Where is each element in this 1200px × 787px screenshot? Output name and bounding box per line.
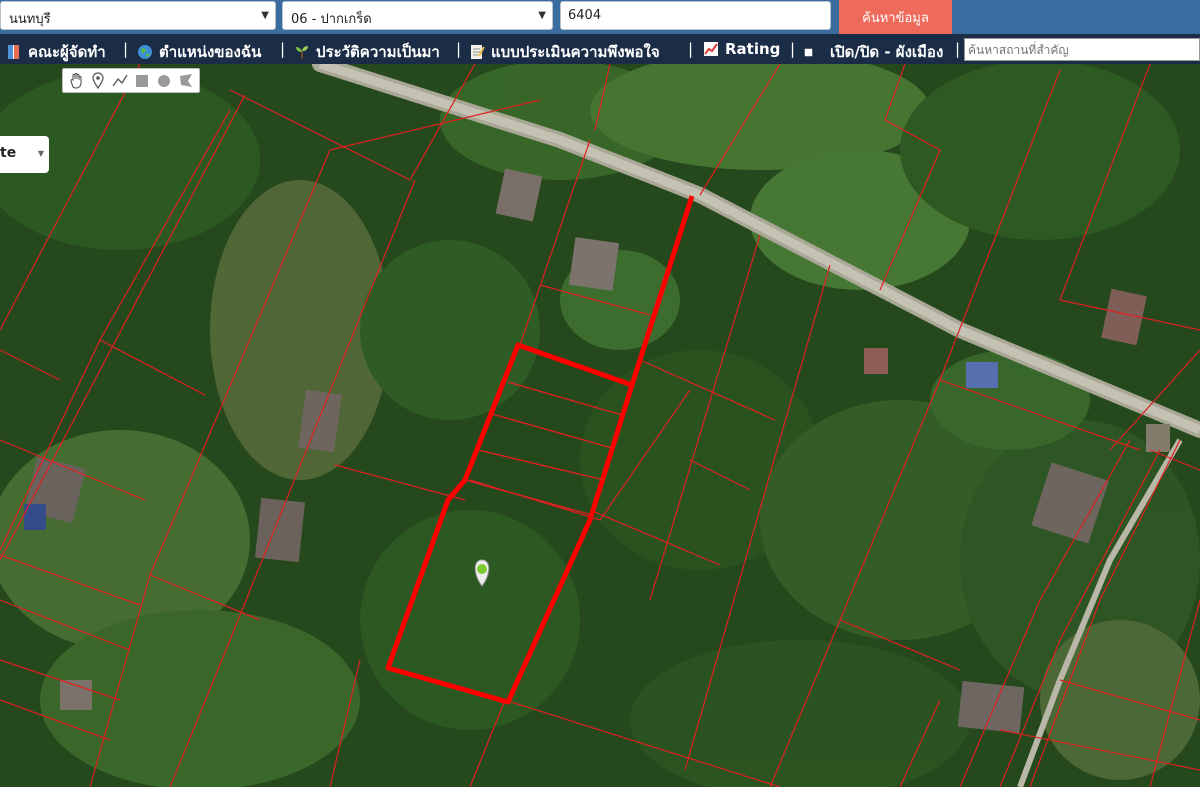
menu-item-rating[interactable]: Rating [703,40,780,58]
chevron-down-icon: ▼ [261,10,269,21]
province-select[interactable]: นนทบุรี ▼ [0,1,276,30]
province-value: นนทบุรี [9,12,51,27]
search-bar: นนทบุรี ▼ 06 - ปากเกร็ด ▼ ค้นหาข้อมูล [0,0,1200,34]
search-button[interactable]: ค้นหาข้อมูล [839,0,952,34]
hand-icon[interactable] [67,72,85,90]
chevron-down-icon: ▼ [37,149,44,158]
circle-icon[interactable] [155,72,173,90]
place-search-input[interactable] [964,38,1200,61]
polygon-icon[interactable] [177,72,195,90]
land-parcel-viewer: นนทบุรี ▼ 06 - ปากเกร็ด ▼ ค้นหาข้อมูล คณ… [0,0,1200,787]
menu-separator: | [688,40,694,58]
parcel-number-input[interactable] [560,1,831,30]
menu-separator: | [280,40,286,58]
polyline-icon[interactable] [111,72,129,90]
menu-item-my-location[interactable]: ตำแหน่งของฉัน [137,40,261,64]
menu-item-history[interactable]: ประวัติความเป็นมา [294,40,440,64]
map-layer-value: te [0,145,17,161]
globe-icon [138,45,152,59]
menu-bar: คณะผู้จัดทำ | ตำแหน่งของฉัน | ประวัติควา… [0,34,1200,64]
chart-icon [704,42,718,56]
district-select[interactable]: 06 - ปากเกร็ด ▼ [282,1,553,30]
memo-icon [471,45,485,59]
map-layer-select[interactable]: te ▼ [0,136,49,173]
menu-separator: | [955,40,961,58]
menu-separator: | [790,40,796,58]
drawing-toolbar [62,68,200,93]
book-icon [8,45,19,59]
menu-item-toggle-city-plan[interactable]: เปิด/ปิด - ผังเมือง [804,40,943,64]
menu-separator: | [456,40,462,58]
menu-item-credits[interactable]: คณะผู้จัดทำ [6,40,106,64]
menu-separator: | [123,40,129,58]
rectangle-icon[interactable] [133,72,151,90]
menu-item-satisfaction-survey[interactable]: แบบประเมินความพึงพอใจ [469,40,660,64]
sprout-icon [296,46,308,59]
satellite-map[interactable] [0,64,1200,787]
district-value: 06 - ปากเกร็ด [291,12,372,27]
checkbox-icon[interactable] [804,48,816,60]
marker-icon[interactable] [89,72,107,90]
chevron-down-icon: ▼ [538,10,546,21]
map-view[interactable]: te ▼ [0,64,1200,787]
